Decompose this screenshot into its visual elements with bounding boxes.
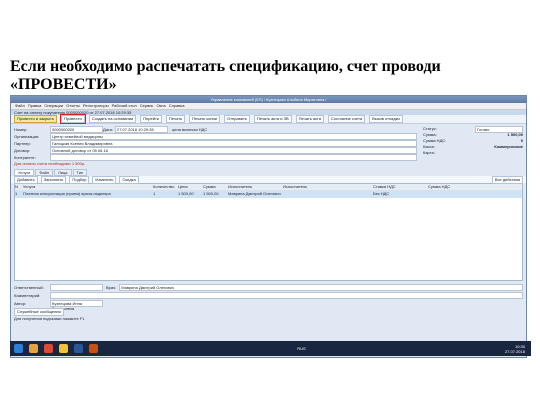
cell-service: Платная консультация (прием) врача-педиа… [23, 191, 111, 196]
cell-executor-2 [283, 191, 373, 197]
col-executor-2[interactable]: Исполнитель [283, 184, 373, 190]
print-act-zv-button[interactable]: Печать акта и ЗВ [253, 115, 292, 123]
1c-icon[interactable] [59, 344, 68, 353]
cell-sum: 1 500,00 [203, 191, 219, 196]
document-form: Номер: 0000000020 Дата: 27.07.2018 10:29… [11, 124, 526, 161]
comment-field[interactable] [50, 291, 523, 299]
browser-icon[interactable] [44, 344, 53, 353]
send-button[interactable]: Отправить [224, 115, 250, 123]
table-header: N Услуга Количество Цена Сумма Исполните… [15, 184, 522, 191]
menu-service[interactable]: Сервис [140, 103, 154, 109]
clock-date: 27.07.2018 [504, 348, 525, 354]
print-copy-button[interactable]: Печать копии [189, 115, 221, 123]
vat-included-label[interactable]: цена включая НДС [168, 127, 207, 132]
cell-executor: Маврина Дмитрий Олегович [228, 191, 281, 196]
slide-caption: Если необходимо распечатать спецификацию… [10, 58, 441, 93]
contract-field[interactable]: Основной договор от 05.06.18 [50, 146, 417, 154]
document-footer: Ответственный: Врач: Маврина Дмитрий Оле… [11, 281, 526, 311]
change-prices-button[interactable]: Изменить [92, 175, 117, 184]
author-label: Автор: [14, 300, 27, 306]
cashbox-value: Коммерческие [494, 144, 523, 149]
number-label: Номер: [14, 126, 28, 132]
counterparty-label: Контрагент: [14, 154, 36, 160]
col-executor[interactable]: Исполнитель [228, 184, 283, 190]
menu-operations[interactable]: Операции [44, 103, 63, 109]
post-close-button[interactable]: Провести и закрыть [14, 115, 57, 123]
col-vat-sum[interactable]: Сумма НДС [428, 184, 468, 190]
number-field[interactable]: 0000000020 [50, 125, 103, 133]
document-toolbar: Провести и закрыть Провести Создать на о… [11, 114, 526, 124]
counterparty-field[interactable] [50, 153, 417, 161]
menu-file[interactable]: Файл [15, 103, 25, 109]
invoice-state-button[interactable]: Состояние счета [327, 115, 366, 123]
organization-label: Организация: [14, 133, 40, 139]
date-field[interactable]: 27.07.2018 10:29:35 [115, 125, 168, 133]
menu-help[interactable]: Справка [169, 103, 185, 109]
language-indicator[interactable]: RUS [297, 346, 305, 351]
start-icon[interactable] [14, 344, 23, 353]
responsible-field[interactable] [50, 283, 103, 291]
window-title: Управление компанией (КП) / Кузнецова Ал… [11, 96, 526, 103]
table-row[interactable]: 1 Платная консультация (прием) врача-пед… [15, 191, 522, 198]
col-sum[interactable]: Сумма [203, 184, 228, 190]
all-actions-button[interactable]: Все действия [491, 175, 523, 184]
cell-vat-sum [428, 191, 468, 197]
print-button[interactable]: Печать [166, 115, 186, 123]
print-act-button[interactable]: Печать акта [295, 115, 324, 123]
explorer-icon[interactable] [29, 344, 38, 353]
form-left: Номер: 0000000020 Дата: 27.07.2018 10:29… [14, 125, 417, 161]
date-label: Дата: [103, 126, 113, 132]
menu-windows[interactable]: Окна [156, 103, 165, 109]
debug-button[interactable]: Вызов отладки [369, 115, 403, 123]
cell-n: 1 [15, 191, 18, 196]
card-label: Карта: [423, 150, 435, 155]
menu-edit[interactable]: Правка [28, 103, 42, 109]
status-bar: Для получения подсказки нажмите F1 [14, 316, 85, 321]
organization-field[interactable]: Центр семейной медицины [50, 132, 417, 140]
col-n[interactable]: N [15, 184, 23, 190]
fill-button[interactable]: Заполнить [40, 175, 67, 184]
grid-toolbar: Добавить Заполнить Подбор Изменить Скидк… [11, 175, 526, 184]
select-button[interactable]: Подбор [69, 175, 90, 184]
services-table: N Услуга Количество Цена Сумма Исполните… [14, 183, 523, 281]
col-qty[interactable]: Количество [153, 184, 178, 190]
word-icon[interactable] [74, 344, 83, 353]
menu-bar: Файл Правка Операции Отчеты Регистраторы… [11, 103, 526, 110]
go-button[interactable]: Перейти [140, 115, 163, 123]
service-messages-button[interactable]: Служебные сообщения [14, 308, 64, 316]
windows-taskbar: RUS 10:30 27.07.2018 [10, 341, 531, 356]
clock[interactable]: 10:30 27.07.2018 [505, 344, 525, 354]
powerpoint-icon[interactable] [89, 344, 98, 353]
footer-actions: Служебные сообщения [11, 308, 526, 316]
post-button[interactable]: Провести [59, 114, 86, 124]
payment-required-link[interactable]: Для оплаты счета необходимо 1 500р. [11, 161, 526, 167]
form-summary: Статус: Готово Сумма: 1 500,00 Сумма НДС… [423, 126, 523, 161]
cell-qty: 1 [153, 191, 156, 196]
menu-desktop[interactable]: Рабочий стол [112, 103, 137, 109]
author-field[interactable]: Кузнецова Инна Витальевна [50, 299, 103, 311]
contract-label: Договор: [14, 147, 31, 153]
cell-price: 1 500,00 [178, 191, 194, 196]
partner-label: Партнер: [14, 140, 31, 146]
col-vat-rate[interactable]: Ставка НДС [373, 184, 428, 190]
doctor-field[interactable]: Маврина Дмитрий Олегович [119, 283, 523, 291]
menu-registrators[interactable]: Регистраторы [83, 103, 109, 109]
col-price[interactable]: Цена [178, 184, 203, 190]
add-row-button[interactable]: Добавить [14, 175, 38, 184]
create-from-button[interactable]: Создать на основании [88, 115, 137, 123]
doctor-label: Врач: [106, 284, 117, 290]
col-service[interactable]: Услуга [23, 184, 153, 190]
cell-vat-rate: Без НДС [373, 191, 390, 196]
menu-reports[interactable]: Отчеты [66, 103, 80, 109]
partner-field[interactable]: Галицкая Ксения Владимировна [50, 139, 417, 147]
responsible-label: Ответственный: [14, 284, 44, 290]
comment-label: Комментарий: [14, 292, 41, 298]
discount-button[interactable]: Скидка [119, 175, 139, 184]
app-window: Управление компанией (КП) / Кузнецова Ал… [10, 95, 527, 358]
